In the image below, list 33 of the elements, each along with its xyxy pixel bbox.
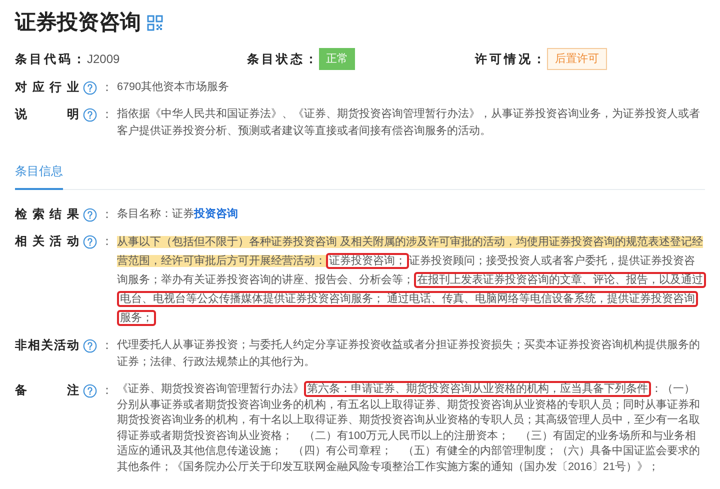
field-label: 相关活动 [15,233,79,250]
related-activities-text: 从事以下（包括但不限于）各种证券投资咨询 及相关附属的涉及许可审批的活动，均使用证券投资咨询的规范表述登记经营范围，经许可审批后方可开展经营活动： 证券投资咨询； 证券投资顾问；接受投资人或者客户委托，提供证券投资咨询服务；举办有关证券投资咨询的讲座、报告会、分析会等； 在报刊上发表证券投资咨询的文章、评论、报告，以及通过电台、电视台等公众传播媒体提供证券投资咨询服务； 通过电话、传真、电脑网络等电信设备系统，提供证券投资咨询服务； [117,233,705,328]
field-label: 检索结果 [15,206,79,223]
permit-badge: 后置许可 [547,48,607,70]
help-icon[interactable] [83,234,97,248]
page-title: 证券投资咨询 [15,10,141,36]
field-value: J2009 [87,51,120,68]
field-label: 条目状态： [247,51,317,68]
remarks-text: 《证券、期货投资咨询管理暂行办法》 第六条：申请证券、期货投资咨询从业资格的机构，应当具备下列条件 ：（一）分别从事证券或者期货投资咨询业务的机构，有五名以上取得证券、期货投资咨询从业资格的专职人员；同时从事证券和期货投资咨询业务的机构，有十名以上取得证券、期货投资咨询从业资格的专职人员；其高级管理人员中，至少有一名取得证券或者期货投资咨询从业资格； （二）有100万元人民币以上的注册资本； （三）有固定的业务场所和与业务相适应的通讯及其他信息传递设施； （四）有公司章程； （五）有健全的内部管理制度；（六）具备中国证监会要求的其他条件；《国务院办公厅关于印发互联网金融风险专项整治工作实施方案的通知（国办发〔2016〕21号）》； [117,382,701,474]
colon-separator: ： [101,79,114,96]
unrelated-activities-text: 代理委托人从事证券投资；与委托人约定分享证券投资收益或者分担证券投资损失；买卖本证券投资咨询机构提供服务的证券；法律、行政法规禁止的其他行为。 [117,338,701,370]
tab[interactable]: 条目信息 [15,162,63,190]
colon-separator: ： [101,382,114,399]
field-label: 说明 [15,106,79,123]
field-label: 对应行业 [15,79,79,96]
description-text: 指依据《中华人民共和国证券法》、《证券、期货投资咨询管理暂行办法》，从事证券投资咨询业务，为证券投资人或者客户提供证券投资分析、预测或者建议等直接或者间接有偿咨询服务的活动。 [117,107,701,139]
search-result-text: 条目名称：证券投资咨询 [117,206,239,222]
status-badge: 正常 [319,48,355,70]
help-icon[interactable] [83,80,97,94]
field-label: 非相关活动 [15,337,79,354]
colon-separator: ： [101,233,114,250]
field-label: 备注 [15,382,79,399]
help-icon[interactable] [83,108,97,122]
field-label: 条目代码： [15,51,85,68]
help-icon[interactable] [83,338,97,352]
help-icon[interactable] [83,208,97,222]
colon-separator: ： [101,106,114,123]
colon-separator: ： [101,206,114,223]
industry-value: 6790其他资本市场服务 [117,80,230,95]
help-icon[interactable] [83,384,97,398]
qr-code-icon[interactable] [147,15,163,31]
field-label: 许可情况： [475,51,545,68]
colon-separator: ： [101,337,114,354]
